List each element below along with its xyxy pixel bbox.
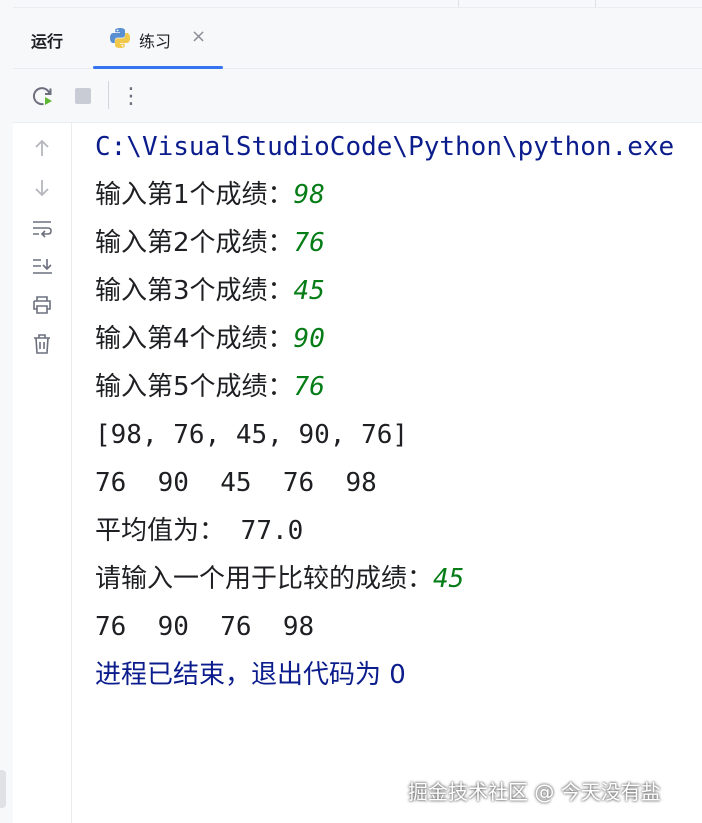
- run-tool-window-header: 运行 练习 ×: [13, 8, 702, 69]
- prompt-label: 输入第2个成绩：: [95, 228, 294, 258]
- shuffled-output-line: 76 90 45 76 98: [95, 468, 377, 498]
- prompt-label: 请输入一个用于比较的成绩：: [95, 564, 434, 594]
- watermark: 掘金技术社区 @ 今天没有盐: [408, 780, 661, 804]
- close-icon[interactable]: ×: [191, 26, 206, 47]
- average-label: 平均值为：: [95, 516, 226, 546]
- left-edge-handle[interactable]: [0, 770, 6, 808]
- prompt-label: 输入第3个成绩：: [95, 276, 294, 306]
- user-input: 90: [293, 324, 325, 354]
- soft-wrap-icon[interactable]: [31, 217, 53, 239]
- score-prompt-line: 输入第3个成绩：45: [95, 271, 325, 311]
- command-line: C:\VisualStudioCode\Python\python.exe: [95, 132, 675, 162]
- toolbar-separator: [108, 81, 109, 109]
- rerun-button[interactable]: [29, 82, 57, 110]
- compare-prompt-line: 请输入一个用于比较的成绩：45: [95, 559, 464, 599]
- more-vertical-icon[interactable]: ⋮: [117, 82, 145, 110]
- score-prompt-line: 输入第1个成绩：98: [95, 175, 325, 215]
- tab-label: 练习: [139, 32, 172, 51]
- top-window-strip: [13, 0, 702, 8]
- stop-button[interactable]: [69, 82, 97, 110]
- down-arrow-icon[interactable]: [31, 177, 53, 199]
- score-prompt-line: 输入第2个成绩：76: [95, 223, 325, 263]
- prompt-label: 输入第1个成绩：: [95, 180, 294, 210]
- filtered-output-line: 76 90 76 98: [95, 612, 315, 642]
- left-window-edge: [0, 0, 14, 823]
- user-input: 45: [433, 564, 465, 594]
- tool-window-title: 运行: [31, 32, 64, 51]
- python-icon: [110, 28, 130, 48]
- score-prompt-line: 输入第4个成绩：90: [95, 319, 325, 359]
- tab-run-config[interactable]: 练习 ×: [93, 8, 223, 69]
- console-gutter: [13, 123, 72, 823]
- score-prompt-line: 输入第5个成绩：76: [95, 367, 325, 407]
- top-strip-divider: [458, 0, 459, 7]
- up-arrow-icon[interactable]: [31, 137, 53, 159]
- average-value: 77.0: [225, 516, 304, 546]
- prompt-label: 输入第5个成绩：: [95, 372, 294, 402]
- print-icon[interactable]: [31, 294, 53, 316]
- list-output-line: [98, 76, 45, 90, 76]: [95, 420, 409, 450]
- average-line: 平均值为： 77.0: [95, 511, 303, 551]
- stop-icon: [75, 88, 91, 104]
- rerun-icon: [32, 87, 52, 106]
- scroll-to-end-icon[interactable]: [31, 255, 53, 277]
- prompt-label: 输入第4个成绩：: [95, 324, 294, 354]
- user-input: 76: [293, 228, 325, 258]
- console-output[interactable]: C:\VisualStudioCode\Python\python.exe 输入…: [72, 123, 702, 823]
- user-input: 98: [293, 180, 325, 210]
- run-toolbar: ⋮: [13, 69, 702, 123]
- trash-icon[interactable]: [31, 333, 53, 355]
- user-input: 45: [293, 276, 325, 306]
- user-input: 76: [293, 372, 325, 402]
- exit-message-line: 进程已结束，退出代码为 0: [95, 660, 406, 690]
- top-strip-divider: [595, 0, 596, 7]
